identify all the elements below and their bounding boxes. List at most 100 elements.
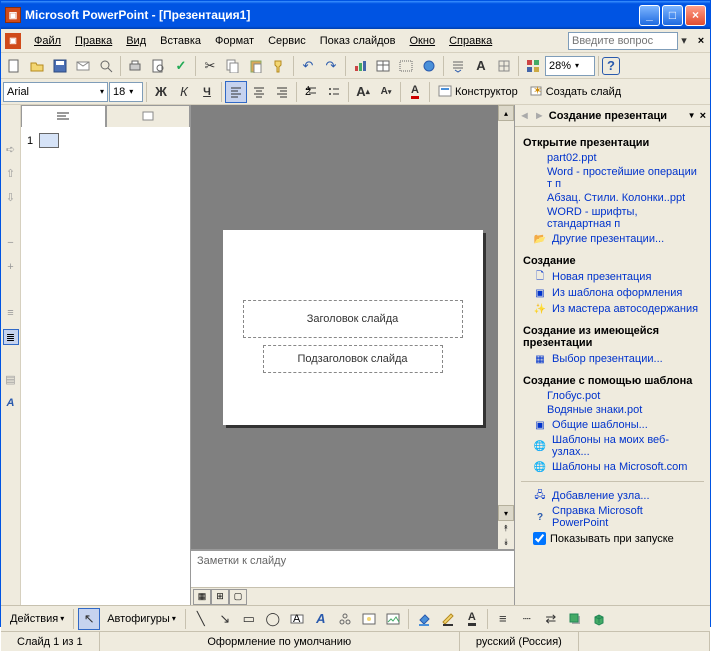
open-item[interactable]: part02.ppt <box>523 151 702 165</box>
align-center-button[interactable] <box>248 81 270 103</box>
3d-tool[interactable] <box>588 608 610 630</box>
cut-button[interactable]: ✂ <box>199 55 221 77</box>
menu-edit[interactable]: Правка <box>68 32 119 50</box>
font-combo[interactable]: Arial▾ <box>3 82 108 102</box>
rectangle-tool[interactable]: ▭ <box>238 608 260 630</box>
arrow-tool[interactable]: ↘ <box>214 608 236 630</box>
underline-button[interactable]: Ч <box>196 81 218 103</box>
rail-arrow-up-icon[interactable]: ⇧ <box>3 165 19 181</box>
mscom-templates[interactable]: 🌐Шаблоны на Microsoft.com <box>523 459 702 475</box>
show-startup-check[interactable]: Показывать при запуске <box>523 530 702 547</box>
existing-choose[interactable]: ▦Выбор презентации... <box>523 351 702 367</box>
format-painter-button[interactable] <box>268 55 290 77</box>
outline-slide-1[interactable]: 1 <box>27 133 184 148</box>
help-dropdown-icon[interactable]: ▾ <box>678 34 690 47</box>
slides-tab[interactable] <box>106 105 191 127</box>
scroll-up-button[interactable]: ▴ <box>498 105 514 121</box>
email-button[interactable] <box>72 55 94 77</box>
open-item[interactable]: Word - простейшие операции т п <box>523 165 702 191</box>
create-blank[interactable]: 🗋Новая презентация <box>523 269 702 285</box>
font-color-button[interactable]: A <box>404 81 426 103</box>
open-item[interactable]: Абзац. Стили. Колонки..ppt <box>523 191 702 205</box>
vertical-scrollbar[interactable]: ▴ ▾ ⯭ ⯯ <box>498 105 514 549</box>
menu-format[interactable]: Формат <box>208 32 261 50</box>
task-forward-icon[interactable]: ► <box>534 110 545 122</box>
ms-help[interactable]: ?Справка Microsoft PowerPoint <box>523 504 702 530</box>
expand-button[interactable] <box>447 55 469 77</box>
textbox-tool[interactable]: A <box>286 608 308 630</box>
dash-style-tool[interactable]: ┈ <box>516 608 538 630</box>
help-button[interactable]: ? <box>602 57 620 75</box>
chart-button[interactable] <box>349 55 371 77</box>
copy-button[interactable] <box>222 55 244 77</box>
notes-pane[interactable]: Заметки к слайду <box>191 549 514 587</box>
subtitle-placeholder[interactable]: Подзаголовок слайда <box>263 345 443 373</box>
picture-tool[interactable] <box>382 608 404 630</box>
prev-slide-button[interactable]: ⯭ <box>498 521 514 535</box>
arrow-style-tool[interactable]: ⇄ <box>540 608 562 630</box>
close-button[interactable]: × <box>685 5 706 26</box>
menu-view[interactable]: Вид <box>119 32 153 50</box>
autoshapes-menu[interactable]: Автофигуры▾ <box>102 608 181 630</box>
rail-arrow-down-icon[interactable]: ⇩ <box>3 189 19 205</box>
title-placeholder[interactable]: Заголовок слайда <box>243 300 463 338</box>
line-style-tool[interactable]: ≡ <box>492 608 514 630</box>
create-template[interactable]: ▣Из шаблона оформления <box>523 285 702 301</box>
template-item[interactable]: Глобус.pot <box>523 389 702 403</box>
rail-format-icon[interactable]: A <box>3 395 19 411</box>
zoom-combo[interactable]: 28%▾ <box>545 56 595 76</box>
bold-button[interactable]: Ж <box>150 81 172 103</box>
font-size-combo[interactable]: 18▾ <box>109 82 143 102</box>
next-slide-button[interactable]: ⯯ <box>498 535 514 549</box>
maximize-button[interactable]: □ <box>662 5 683 26</box>
font-color-tool[interactable]: A <box>461 608 483 630</box>
slide-canvas[interactable]: Заголовок слайда Подзаголовок слайда <box>223 230 483 425</box>
decrease-font-button[interactable]: A▾ <box>375 81 397 103</box>
help-search-input[interactable] <box>568 32 678 50</box>
sorter-view-button[interactable]: ⊞ <box>211 589 229 605</box>
menu-slideshow[interactable]: Показ слайдов <box>313 32 403 50</box>
clipart-tool[interactable] <box>358 608 380 630</box>
rail-collapse-all-icon[interactable]: ≡ <box>3 305 19 321</box>
color-button[interactable] <box>522 55 544 77</box>
fill-color-tool[interactable] <box>413 608 435 630</box>
minimize-button[interactable]: _ <box>639 5 660 26</box>
undo-button[interactable]: ↶ <box>297 55 319 77</box>
my-site-templates[interactable]: 🌐Шаблоны на моих веб-узлах... <box>523 433 702 459</box>
diagram-tool[interactable] <box>334 608 356 630</box>
general-templates[interactable]: ▣Общие шаблоны... <box>523 417 702 433</box>
menu-window[interactable]: Окно <box>403 32 443 50</box>
select-tool[interactable]: ↖ <box>78 608 100 630</box>
search-button[interactable] <box>95 55 117 77</box>
rail-summary-icon[interactable]: ▤ <box>3 371 19 387</box>
menu-tools[interactable]: Сервис <box>261 32 313 50</box>
rail-expand-all-icon[interactable]: ≣ <box>3 329 19 345</box>
outline-tab[interactable] <box>21 105 106 127</box>
rail-arrow-right-icon[interactable]: ➪ <box>3 141 19 157</box>
table-button[interactable] <box>372 55 394 77</box>
document-icon[interactable]: ▣ <box>5 33 21 49</box>
menu-help[interactable]: Справка <box>442 32 499 50</box>
redo-button[interactable]: ↷ <box>320 55 342 77</box>
document-close-button[interactable]: × <box>694 35 708 47</box>
scroll-down-button[interactable]: ▾ <box>498 505 514 521</box>
numbering-button[interactable]: 12 <box>300 81 322 103</box>
design-button[interactable]: Конструктор <box>433 81 523 103</box>
preview-button[interactable] <box>147 55 169 77</box>
add-node[interactable]: 🖧Добавление узла... <box>523 488 702 504</box>
line-tool[interactable]: ╲ <box>190 608 212 630</box>
grid-button[interactable] <box>493 55 515 77</box>
slideshow-view-button[interactable]: ▢ <box>229 589 247 605</box>
align-left-button[interactable] <box>225 81 247 103</box>
task-dropdown-icon[interactable]: ▼ <box>688 111 696 120</box>
new-slide-button[interactable]: ✶Создать слайд <box>524 81 626 103</box>
status-lang[interactable]: русский (Россия) <box>460 632 579 651</box>
template-item[interactable]: Водяные знаки.pot <box>523 403 702 417</box>
new-button[interactable] <box>3 55 25 77</box>
save-button[interactable] <box>49 55 71 77</box>
create-wizard[interactable]: ✨Из мастера автосодержания <box>523 301 702 317</box>
bullets-button[interactable] <box>323 81 345 103</box>
paste-button[interactable] <box>245 55 267 77</box>
line-color-tool[interactable] <box>437 608 459 630</box>
actions-menu[interactable]: Действия▾ <box>5 608 69 630</box>
